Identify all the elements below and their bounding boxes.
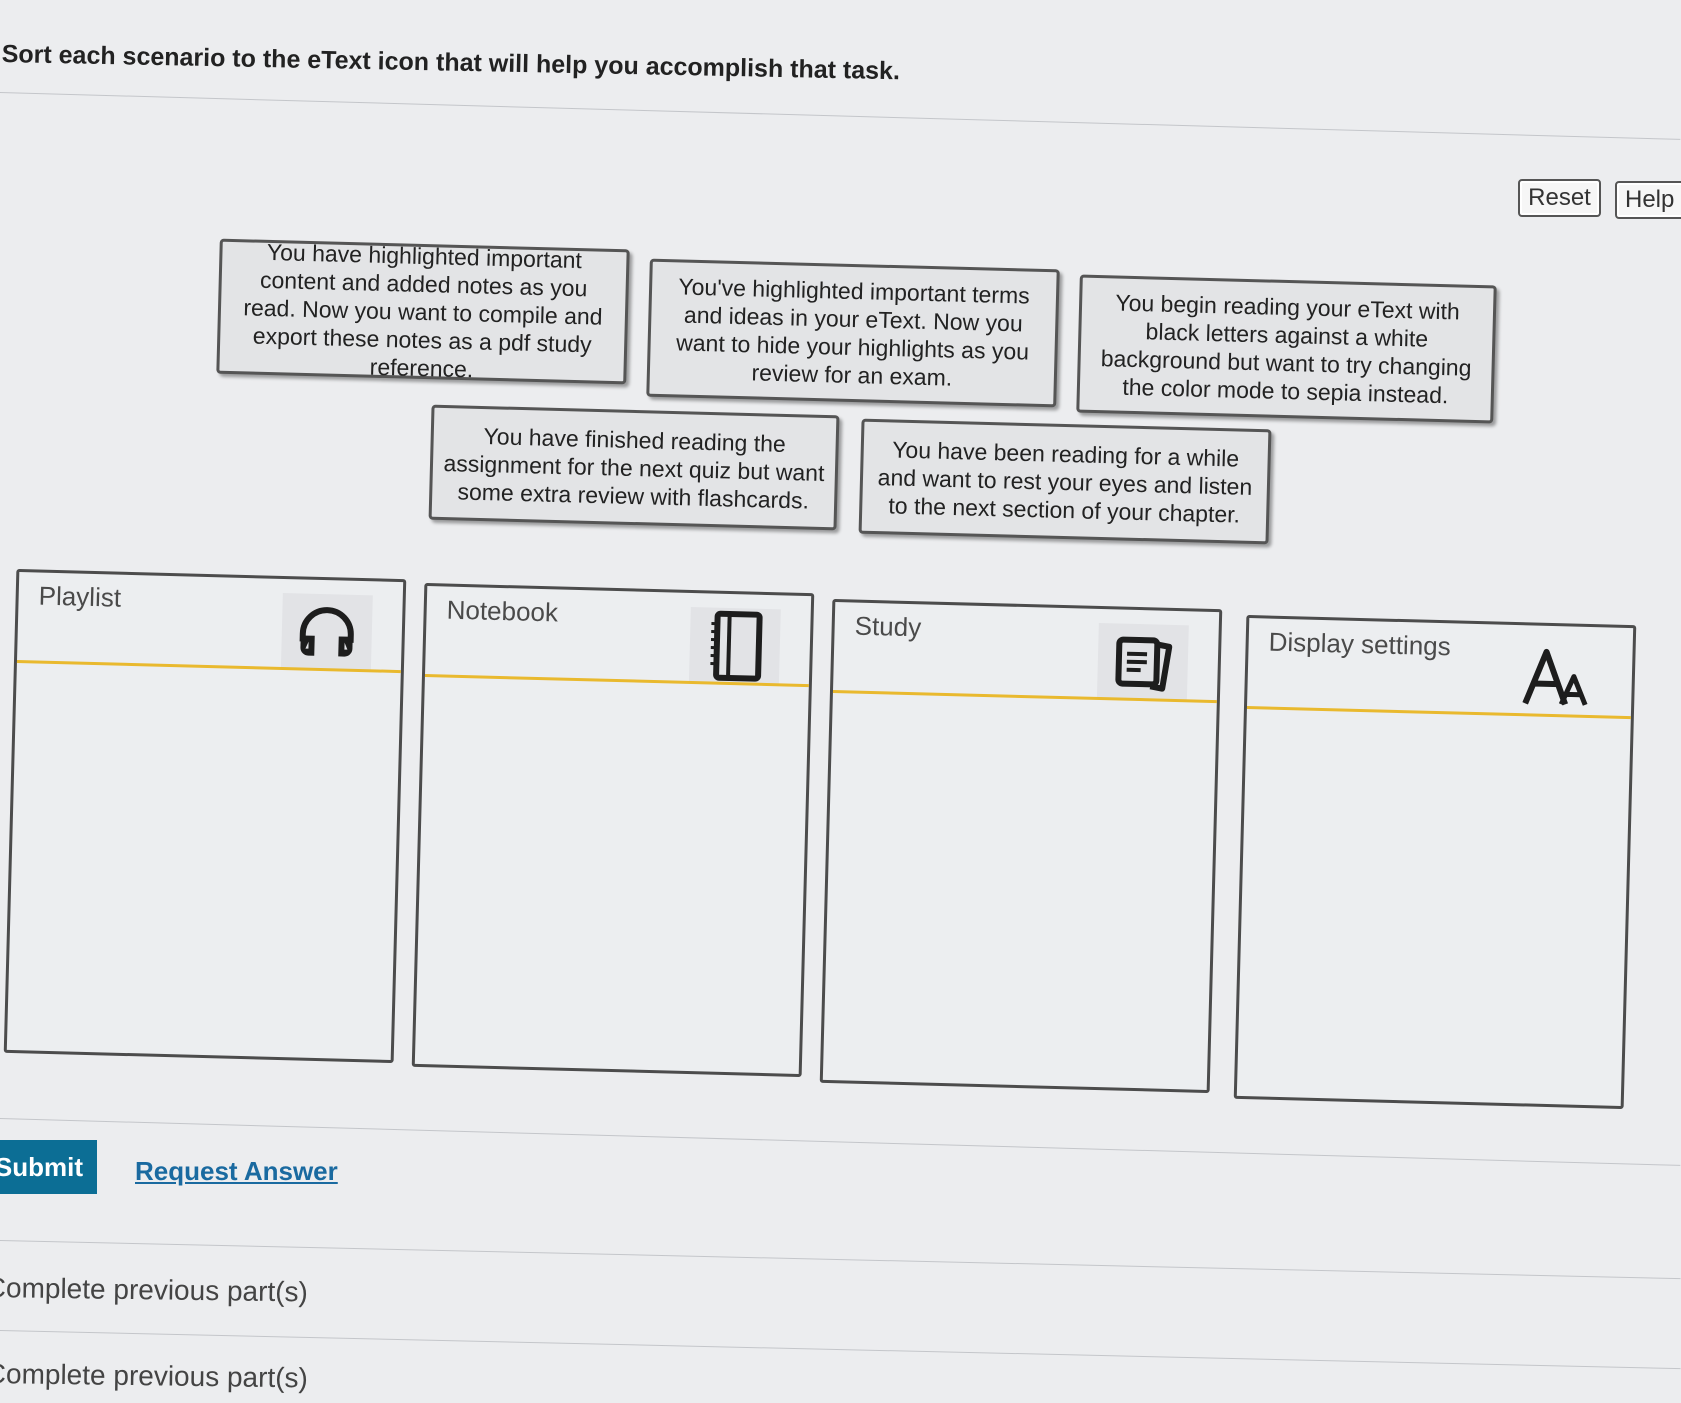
study-cards-icon: [1096, 622, 1189, 702]
scenario-tile[interactable]: You have highlighted important content a…: [216, 238, 630, 385]
bin-title: Study: [854, 610, 922, 643]
notebook-icon: [688, 606, 781, 686]
submit-button[interactable]: Submit: [0, 1140, 97, 1194]
scenario-text: You have highlighted important content a…: [243, 238, 603, 382]
divider: [0, 92, 1681, 140]
reset-button[interactable]: Reset: [1518, 179, 1601, 217]
bin-playlist[interactable]: Playlist: [3, 568, 407, 1064]
scenario-text: You have been reading for a while and wa…: [877, 435, 1253, 528]
help-button[interactable]: Help: [1615, 181, 1681, 219]
text-size-icon: [1511, 639, 1603, 717]
scenario-text: You've highlighted important terms and i…: [675, 273, 1031, 391]
bin-title: Playlist: [38, 580, 122, 613]
bin-notebook[interactable]: Notebook: [411, 582, 815, 1078]
bin-display-settings[interactable]: Display settings: [1233, 614, 1637, 1110]
divider: [0, 1240, 1681, 1280]
bin-study[interactable]: Study: [819, 598, 1223, 1094]
headphones-icon: [280, 592, 373, 672]
instruction-text: Sort each scenario to the eText icon tha…: [1, 40, 901, 86]
bin-title: Notebook: [446, 594, 559, 628]
previous-part-text: Complete previous part(s): [0, 1358, 309, 1394]
scenario-tile[interactable]: You've highlighted important terms and i…: [646, 258, 1060, 408]
scenario-tile[interactable]: You have been reading for a while and wa…: [858, 418, 1272, 545]
bin-title: Display settings: [1268, 626, 1452, 662]
scenario-tile[interactable]: You have finished reading the assignment…: [428, 404, 840, 531]
scenario-text: You have finished reading the assignment…: [443, 422, 825, 514]
previous-part-text: Complete previous part(s): [0, 1272, 309, 1308]
scenario-text: You begin reading your eText with black …: [1100, 289, 1472, 409]
request-answer-link[interactable]: Request Answer: [135, 1156, 338, 1187]
scenario-tile[interactable]: You begin reading your eText with black …: [1076, 274, 1497, 424]
